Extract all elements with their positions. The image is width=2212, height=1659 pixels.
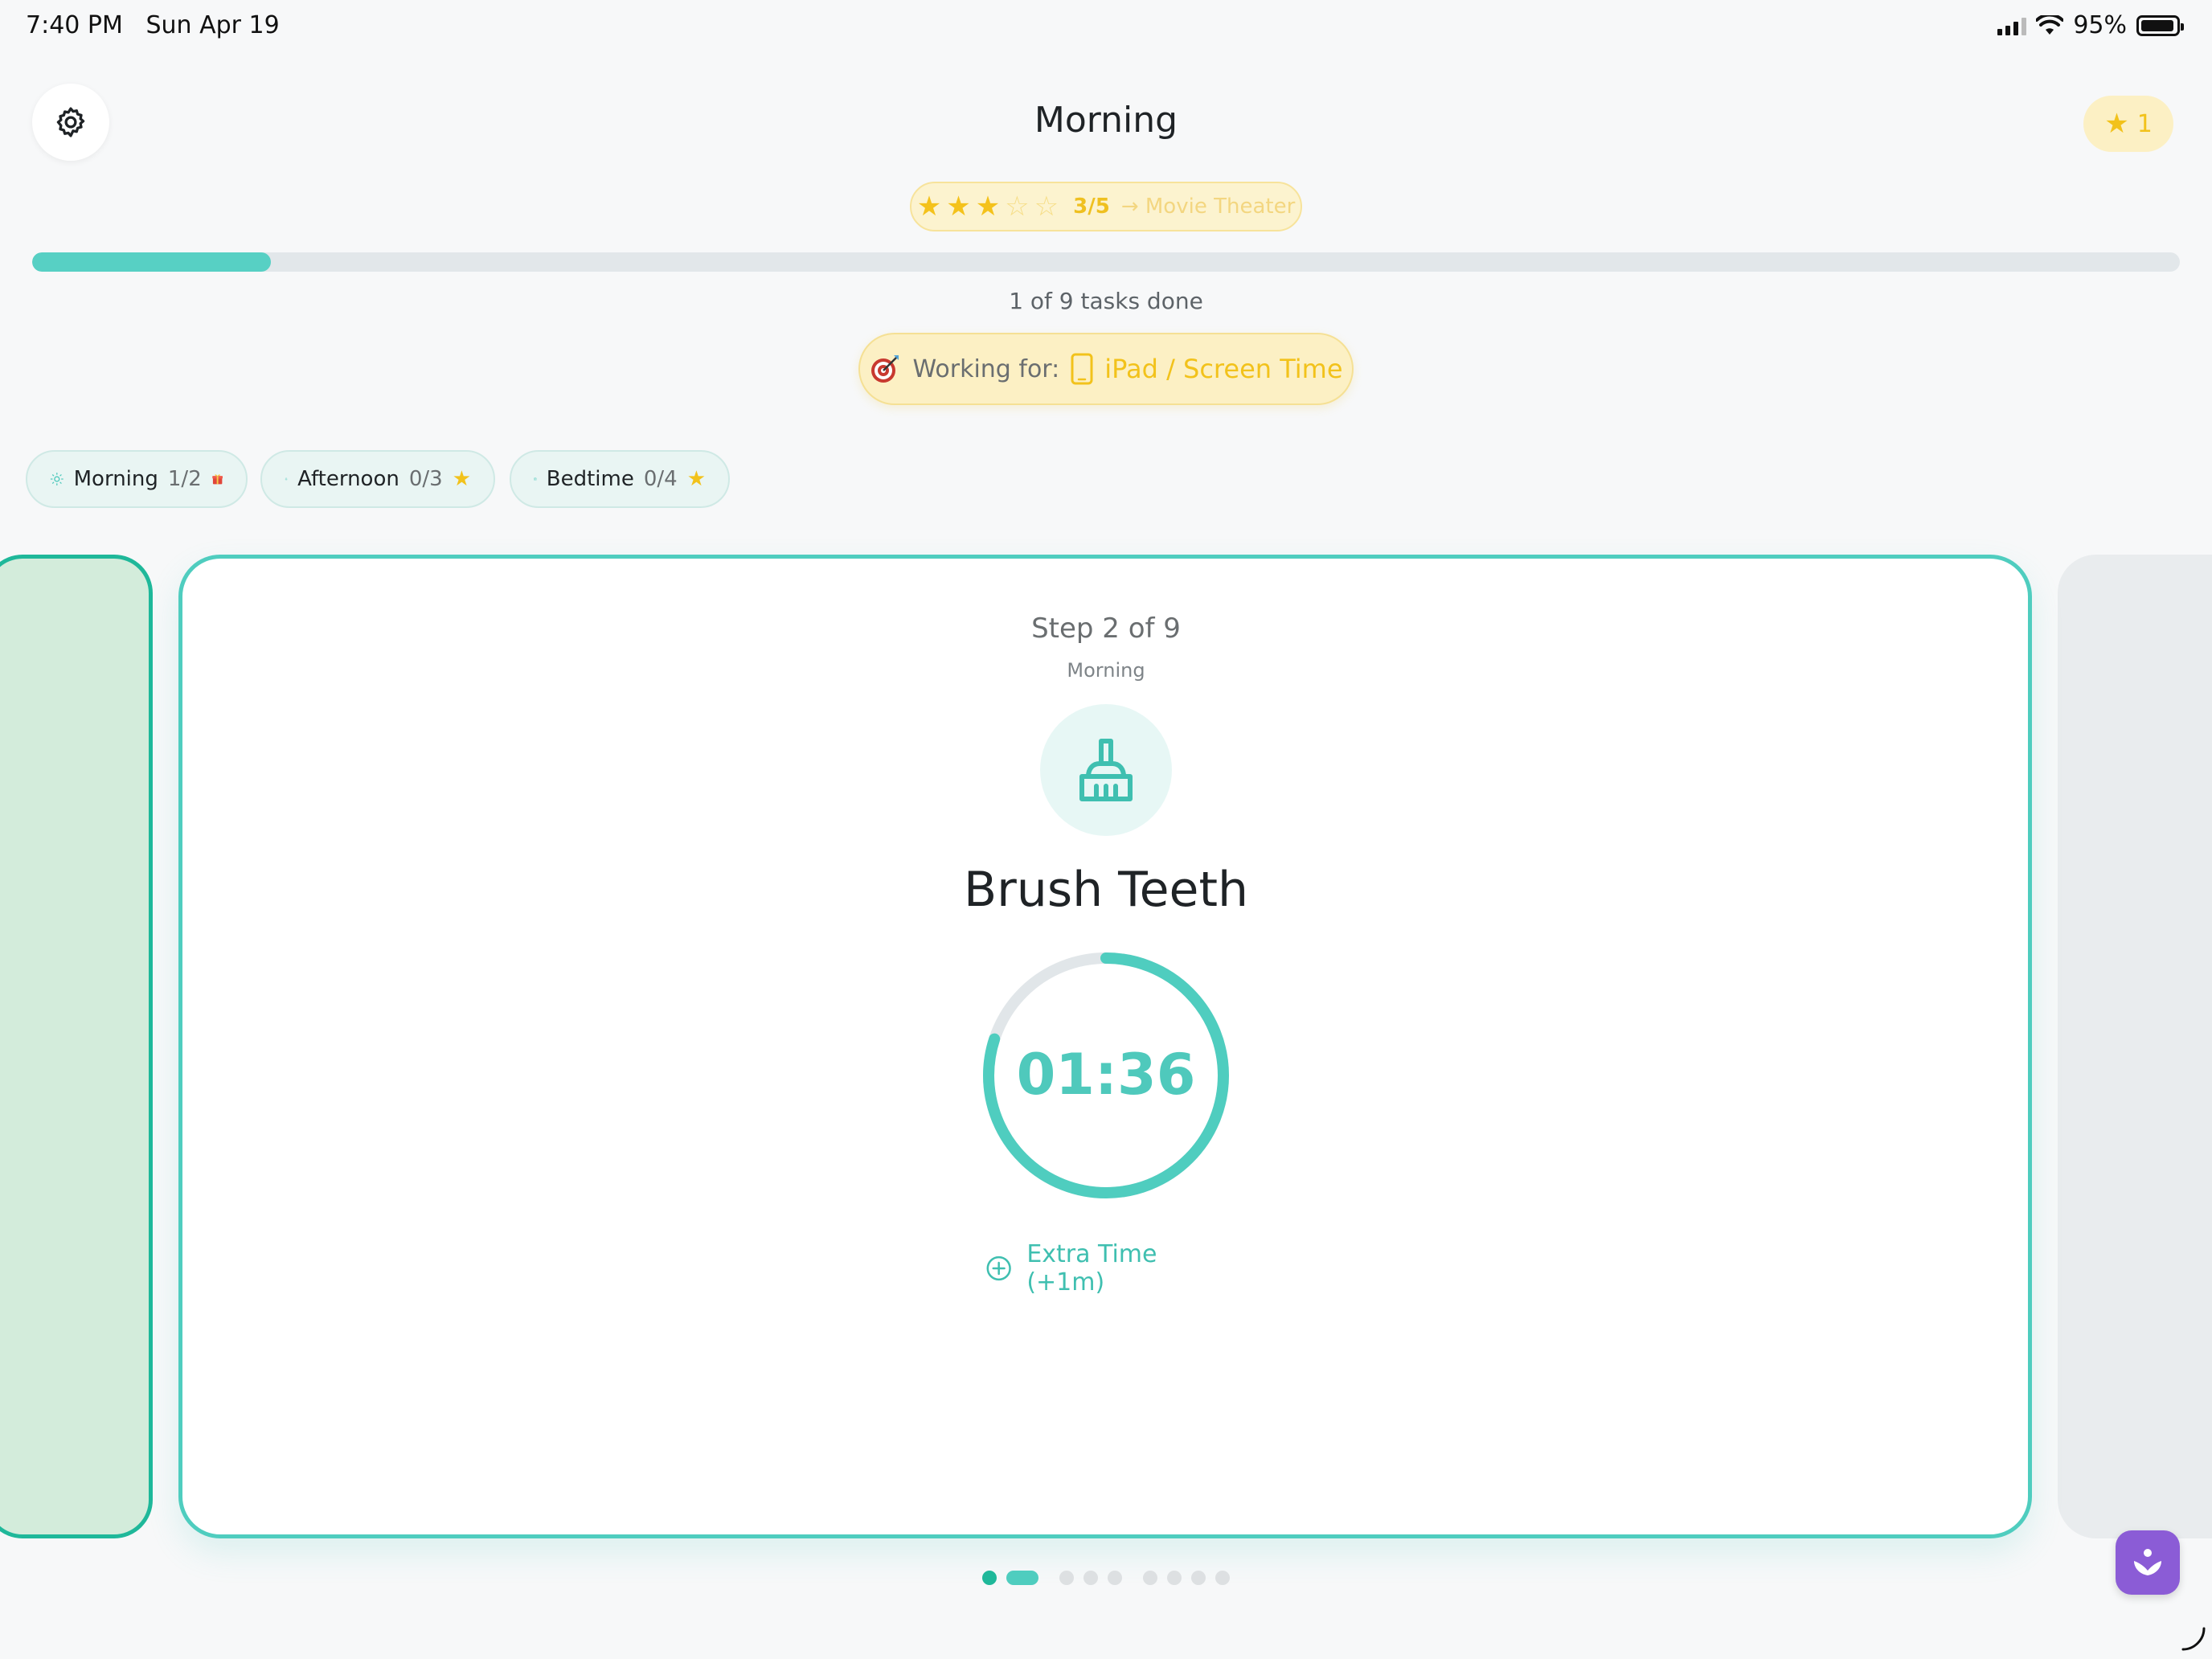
extra-time-button[interactable]: Extra Time (+1m)	[985, 1240, 1227, 1296]
wifi-icon	[2036, 14, 2064, 35]
page-dot[interactable]	[1167, 1571, 1182, 1585]
tab-label: Afternoon	[297, 467, 399, 491]
tablet-icon	[1071, 353, 1093, 385]
reward-progress-chip[interactable]: ★ ★ ★ ☆ ☆ 3/5 → Movie Theater	[910, 182, 1302, 231]
star-count-value: 1	[2136, 109, 2153, 138]
star-icon: ★	[686, 467, 706, 491]
cellular-signal-icon	[1997, 16, 2027, 35]
page-dot[interactable]	[1059, 1571, 1074, 1585]
working-for-chip[interactable]: Working for: iPad / Screen Time	[858, 333, 1354, 405]
tab-label: Bedtime	[546, 467, 634, 491]
calendar-icon	[534, 477, 537, 481]
brush-icon	[1079, 739, 1133, 801]
star-icon: ★	[2104, 108, 2129, 140]
tab-bedtime[interactable]: Bedtime 0/4 ★	[510, 450, 730, 508]
step-routine-label: Morning	[1067, 659, 1145, 682]
star-empty-icon: ☆	[1034, 190, 1059, 223]
star-filled-icon: ★	[916, 190, 942, 223]
working-for-label: Working for:	[912, 354, 1060, 383]
star-empty-icon: ☆	[1005, 190, 1030, 223]
star-icon: ★	[452, 467, 471, 491]
reward-target: → Movie Theater	[1120, 195, 1296, 219]
page-title: Morning	[1034, 100, 1178, 141]
battery-percent: 95%	[2073, 11, 2127, 39]
extra-time-label: Extra Time (+1m)	[1026, 1240, 1157, 1296]
page-indicator[interactable]	[0, 1571, 2212, 1585]
previous-task-card[interactable]	[0, 555, 153, 1538]
step-indicator: Step 2 of 9	[1031, 612, 1181, 645]
tab-count: 0/3	[408, 467, 443, 491]
star-filled-icon: ★	[975, 190, 1001, 223]
status-bar-indicators: 95%	[1997, 11, 2184, 39]
tab-count: 0/4	[643, 467, 678, 491]
status-bar-datetime: 7:40 PM Sun Apr 19	[26, 11, 280, 39]
working-for-value: iPad / Screen Time	[1104, 354, 1343, 384]
reward-stars: ★ ★ ★ ☆ ☆	[917, 193, 1059, 220]
star-count-badge[interactable]: ★ 1	[2083, 96, 2173, 152]
page-dot[interactable]	[1083, 1571, 1098, 1585]
page-dot[interactable]	[1006, 1571, 1038, 1585]
status-date: Sun Apr 19	[145, 11, 280, 39]
gift-icon	[212, 474, 223, 485]
page-dot[interactable]	[1143, 1571, 1157, 1585]
lotus-icon	[2134, 1549, 2161, 1575]
battery-icon	[2136, 14, 2184, 36]
assistant-button[interactable]	[2116, 1530, 2180, 1595]
progress-fill	[32, 252, 271, 272]
tree-icon	[285, 477, 288, 481]
page-dot[interactable]	[1108, 1571, 1122, 1585]
star-filled-icon: ★	[946, 190, 971, 223]
tab-afternoon[interactable]: Afternoon 0/3 ★	[260, 450, 495, 508]
progress-bar	[32, 252, 2180, 272]
corner-handle-icon	[2181, 1627, 2206, 1651]
tab-count: 1/2	[167, 467, 202, 491]
dart-target-icon	[871, 355, 899, 383]
page-dot[interactable]	[1215, 1571, 1230, 1585]
timer-value: 01:36	[1016, 1042, 1196, 1108]
plus-circle-icon	[986, 1256, 1011, 1281]
task-icon-circle	[1040, 704, 1172, 836]
sun-icon	[50, 472, 63, 486]
tab-morning[interactable]: Morning 1/2	[26, 450, 248, 508]
progress-text: 1 of 9 tasks done	[1009, 288, 1203, 314]
status-time: 7:40 PM	[26, 11, 123, 39]
task-title: Brush Teeth	[963, 862, 1249, 918]
next-task-card[interactable]	[2058, 555, 2212, 1538]
reward-count: 3/5	[1073, 195, 1110, 219]
tab-label: Morning	[73, 467, 158, 491]
page-dot[interactable]	[1191, 1571, 1206, 1585]
page-dot[interactable]	[982, 1571, 997, 1585]
